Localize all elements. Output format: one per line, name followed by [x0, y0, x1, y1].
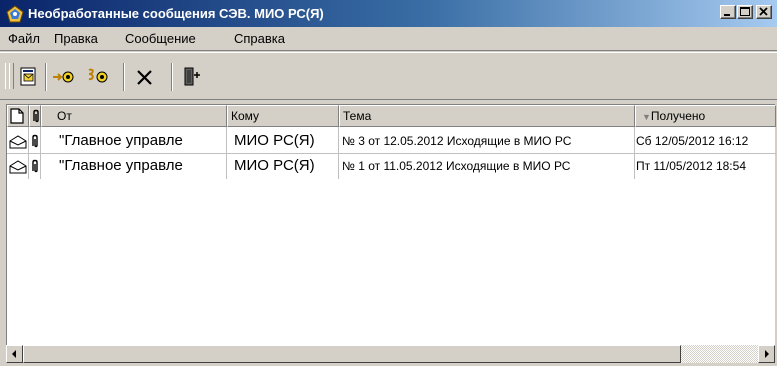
- column-header-received[interactable]: ▼Получено: [635, 105, 776, 127]
- document-icon: [10, 108, 24, 124]
- column-header-received-label: Получено: [650, 109, 706, 123]
- table-row[interactable]: "Главное управле МИО РС(Я) № 1 от 11.05.…: [7, 154, 776, 178]
- column-header-attachment[interactable]: [29, 105, 41, 127]
- column-header-subject[interactable]: Тема: [339, 105, 635, 127]
- close-icon: [759, 7, 768, 16]
- menu-message[interactable]: Сообщение: [125, 27, 196, 51]
- column-header-type[interactable]: [7, 105, 29, 127]
- app-icon: [6, 5, 24, 23]
- delete-icon: [137, 70, 152, 85]
- application-window: Необработанные сообщения СЭВ. МИО РС(Я) …: [0, 0, 777, 366]
- cell-from: "Главное управле: [59, 157, 183, 174]
- window-title: Необработанные сообщения СЭВ. МИО РС(Я): [28, 6, 324, 21]
- minimize-button[interactable]: [720, 5, 736, 19]
- open-message-button[interactable]: [17, 65, 41, 89]
- cell-subject: № 3 от 12.05.2012 Исходящие в МИО РС: [342, 134, 572, 148]
- horizontal-scrollbar[interactable]: [6, 345, 775, 363]
- arrow-left-icon: [12, 350, 16, 358]
- menu-file[interactable]: Файл: [8, 27, 40, 51]
- menu-edit[interactable]: Правка: [54, 27, 98, 51]
- menu-help[interactable]: Справка: [234, 27, 285, 51]
- paperclip-icon: [30, 158, 40, 174]
- scroll-thumb[interactable]: [23, 345, 681, 363]
- cell-received: Пт 11/05/2012 18:54: [636, 159, 746, 173]
- title-bar[interactable]: Необработанные сообщения СЭВ. МИО РС(Я): [0, 0, 777, 27]
- menu-bar: Файл Правка Сообщение Справка: [0, 27, 777, 51]
- arrow-right-icon: [765, 350, 769, 358]
- scroll-right-button[interactable]: [758, 345, 775, 363]
- list-header: От Кому Тема ▼Получено: [7, 105, 776, 127]
- sort-descending-icon: ▼: [642, 112, 651, 122]
- toolbar-separator: [45, 63, 47, 91]
- scroll-left-button[interactable]: [6, 345, 23, 363]
- maximize-button[interactable]: [737, 5, 753, 19]
- envelope-icon: [9, 133, 27, 149]
- table-row[interactable]: "Главное управле МИО РС(Я) № 3 от 12.05.…: [7, 129, 776, 153]
- exit-button[interactable]: [180, 65, 204, 89]
- cell-subject: № 1 от 11.05.2012 Исходящие в МИО РС: [342, 159, 571, 173]
- cell-received: Сб 12/05/2012 16:12: [636, 134, 749, 148]
- cell-from: "Главное управле: [59, 132, 183, 149]
- column-header-from[interactable]: От: [41, 105, 227, 127]
- forward-message-icon: [53, 71, 74, 83]
- process-message-button[interactable]: [86, 65, 110, 89]
- cell-to: МИО РС(Я): [234, 157, 315, 174]
- forward-message-button[interactable]: [52, 65, 76, 89]
- cell-to: МИО РС(Я): [234, 132, 315, 149]
- paperclip-icon: [30, 133, 40, 149]
- envelope-icon: [9, 158, 27, 174]
- toolbar-separator-2: [123, 63, 125, 91]
- toolbar: [0, 52, 777, 100]
- open-message-icon: [20, 67, 36, 86]
- delete-button[interactable]: [133, 65, 157, 89]
- toolbar-separator-3: [171, 63, 173, 91]
- exit-icon: [184, 67, 200, 86]
- maximize-icon: [740, 7, 750, 16]
- paperclip-icon: [33, 109, 39, 123]
- process-message-icon: [88, 68, 108, 83]
- message-list[interactable]: От Кому Тема ▼Получено "Главное управле …: [6, 104, 776, 345]
- close-button[interactable]: [756, 5, 772, 19]
- minimize-icon: [724, 14, 730, 16]
- column-header-to[interactable]: Кому: [227, 105, 339, 127]
- toolbar-grip-2: [9, 63, 14, 89]
